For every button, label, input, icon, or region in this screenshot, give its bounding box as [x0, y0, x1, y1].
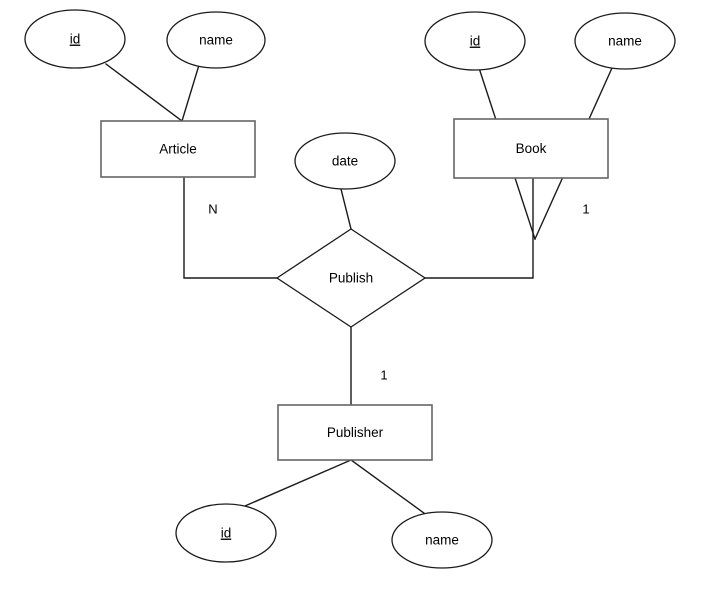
- connector-article-publish: [183, 176, 279, 279]
- relationships-group: Publish: [275, 228, 427, 328]
- entity-article-label: Article: [159, 142, 197, 157]
- attribute-article-name[interactable]: name: [166, 11, 266, 69]
- connector-date-publish: [340, 188, 352, 230]
- relationship-publish-label: Publish: [329, 271, 373, 286]
- entity-publisher[interactable]: Publisher: [277, 404, 433, 461]
- attribute-book-name[interactable]: name: [574, 12, 676, 70]
- attribute-book-id-label: id: [470, 34, 481, 49]
- cardinality-publisher-publish: 1: [380, 367, 387, 382]
- attribute-article-id-label: id: [70, 32, 81, 47]
- connector-publisher-id: [237, 459, 352, 510]
- attribute-publish-date-label: date: [332, 154, 358, 169]
- attribute-book-name-label: name: [608, 34, 642, 49]
- connector-book-publish: [424, 177, 534, 279]
- connector-publisher-name: [350, 459, 429, 517]
- connector-article-name: [181, 64, 200, 122]
- er-diagram-svg: Article Book Publisher Publish id name i…: [24, 9, 676, 569]
- attribute-book-id[interactable]: id: [424, 11, 526, 71]
- attribute-article-name-label: name: [199, 33, 233, 48]
- attribute-publish-date[interactable]: date: [294, 132, 396, 190]
- attribute-article-id[interactable]: id: [24, 9, 126, 69]
- er-diagram-canvas: Article Book Publisher Publish id name i…: [0, 0, 715, 590]
- attribute-publisher-name-label: name: [425, 533, 459, 548]
- attribute-publisher-id-label: id: [221, 526, 232, 541]
- attribute-publisher-name[interactable]: name: [391, 511, 493, 569]
- cardinality-article-publish: N: [208, 201, 217, 216]
- cardinality-book-publish: 1: [582, 201, 589, 216]
- entity-article[interactable]: Article: [100, 120, 256, 178]
- entity-book[interactable]: Book: [453, 118, 609, 179]
- entity-book-label: Book: [516, 141, 547, 156]
- entity-publisher-label: Publisher: [327, 425, 384, 440]
- relationship-publish[interactable]: Publish: [275, 228, 427, 328]
- connector-article-id: [105, 63, 183, 122]
- attribute-publisher-id[interactable]: id: [175, 503, 277, 563]
